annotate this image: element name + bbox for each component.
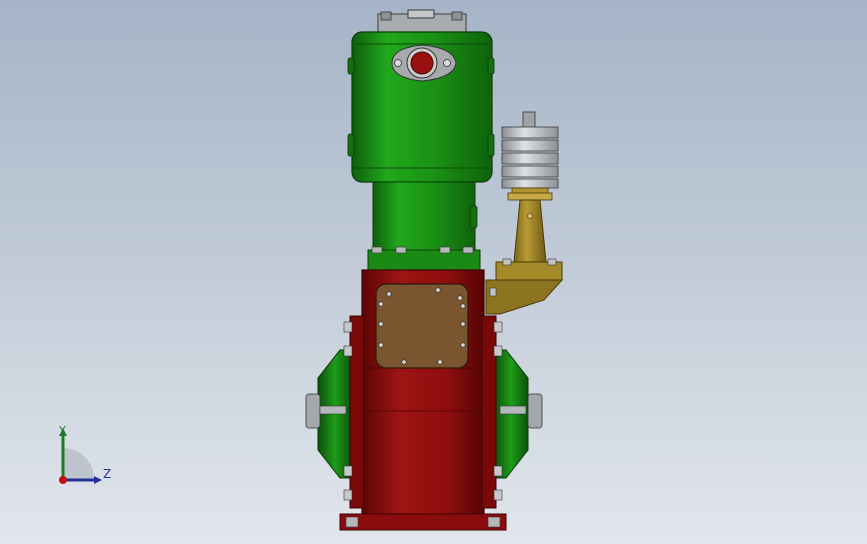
access-cover[interactable] bbox=[375, 283, 469, 369]
left-side-cylinder[interactable] bbox=[305, 349, 353, 479]
coordinate-triad bbox=[59, 428, 102, 484]
z-axis-arrow bbox=[94, 476, 102, 484]
z-axis-label: Z bbox=[103, 467, 112, 481]
cad-3d-viewport[interactable]: Y Z bbox=[0, 0, 867, 544]
cylinder-neck[interactable] bbox=[367, 181, 481, 271]
origin-point bbox=[59, 476, 67, 484]
right-side-cylinder[interactable] bbox=[493, 349, 543, 479]
triad-plane bbox=[63, 448, 94, 479]
y-axis-label: Y bbox=[59, 424, 66, 437]
compressor-model[interactable] bbox=[0, 0, 867, 544]
inlet-flange[interactable] bbox=[391, 44, 457, 82]
mounting-bracket[interactable] bbox=[485, 258, 564, 315]
finned-cooler[interactable] bbox=[501, 111, 559, 195]
top-cap[interactable] bbox=[377, 9, 467, 35]
brass-column[interactable] bbox=[507, 192, 553, 263]
